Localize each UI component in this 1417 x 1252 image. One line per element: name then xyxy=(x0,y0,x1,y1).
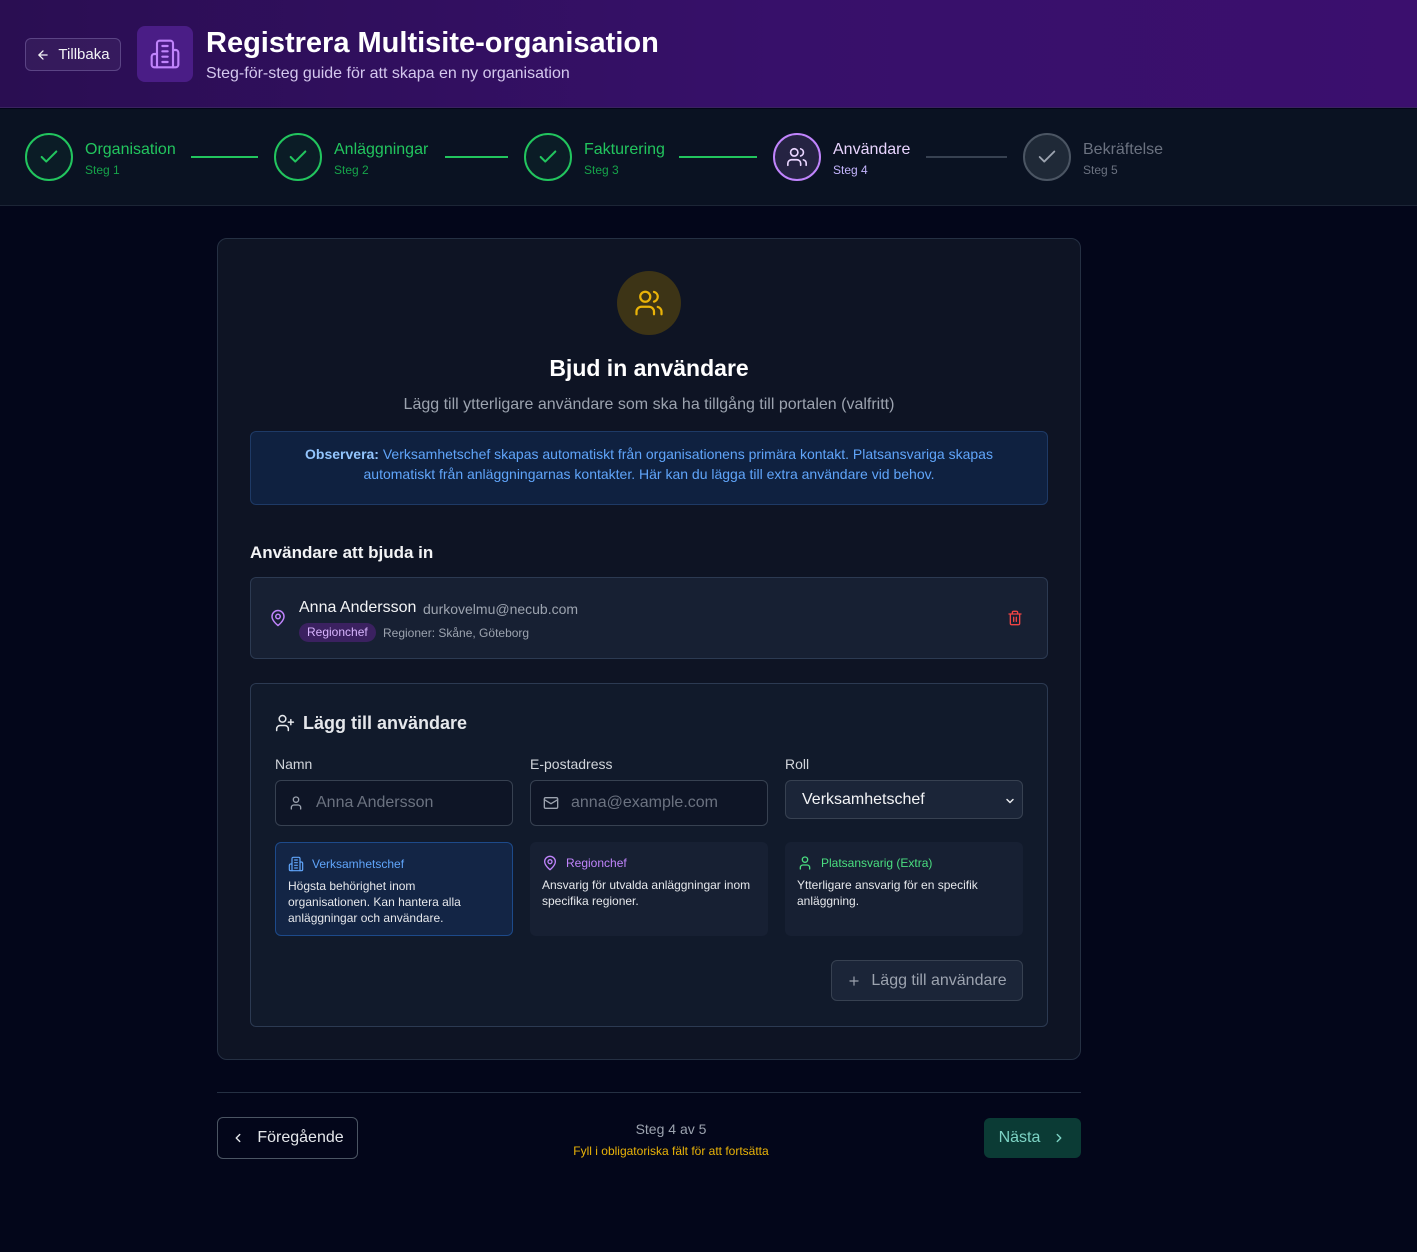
add-form-title: Lägg till användare xyxy=(303,713,468,733)
step-connector xyxy=(445,156,508,158)
step-circle xyxy=(524,133,572,181)
step-number: Steg 3 xyxy=(584,163,619,177)
arrow-left-icon xyxy=(38,49,49,60)
add-user-button-label: Lägg till användare xyxy=(871,971,1007,989)
step-label: Organisation xyxy=(85,141,176,158)
check-icon xyxy=(539,150,557,163)
role-card-title: Regionchef xyxy=(566,856,627,870)
building-icon xyxy=(288,856,304,872)
users-icon xyxy=(635,290,663,316)
step-circle xyxy=(274,133,322,181)
required-fields-warning: Fyll i obligatoriska fält för att fortsä… xyxy=(573,1144,769,1158)
next-button-label: Nästa xyxy=(998,1129,1041,1146)
notice-label: Observera: xyxy=(305,446,379,462)
users-icon xyxy=(787,147,807,167)
add-user-button[interactable]: Lägg till användare xyxy=(831,960,1023,1001)
next-button[interactable]: Nästa xyxy=(984,1118,1081,1158)
mail-icon xyxy=(543,797,559,809)
role-card-title: Platsansvarig (Extra) xyxy=(821,856,933,870)
step-label: Användare xyxy=(833,141,911,158)
name-field[interactable] xyxy=(275,780,513,826)
email-field[interactable] xyxy=(530,780,768,826)
building-icon xyxy=(150,39,180,69)
step-count: Steg 4 av 5 xyxy=(635,1121,707,1137)
role-card-regionchef[interactable]: Regionchef Ansvarig för utvalda anläggni… xyxy=(530,842,768,936)
invitee-role-badge: Regionchef xyxy=(299,623,376,642)
step-circle xyxy=(25,133,73,181)
invitee-email: durkovelmu@necub.com xyxy=(423,601,579,617)
chevron-down-icon xyxy=(1006,798,1014,804)
notice-text: Verksamhetschef skapas automatiskt från … xyxy=(363,446,993,482)
check-icon xyxy=(1038,150,1056,163)
users-badge xyxy=(617,271,681,335)
progress-stepper: Organisation Steg 1 Anläggningar Steg 2 … xyxy=(0,109,1417,206)
invitee-regions: Regioner: Skåne, Göteborg xyxy=(383,626,530,640)
card-subtitle: Lägg till ytterligare användare som ska … xyxy=(403,396,895,413)
invitee-row: Anna Andersson durkovelmu@necub.com Regi… xyxy=(250,577,1048,659)
step-label: Anläggningar xyxy=(334,141,429,158)
card-title: Bjud in användare xyxy=(549,355,749,381)
step-number: Steg 5 xyxy=(1083,163,1118,177)
step-number: Steg 1 xyxy=(85,163,120,177)
role-select[interactable]: Verksamhetschef xyxy=(785,780,1023,819)
role-card-platsansvarig[interactable]: Platsansvarig (Extra) Ytterligare ansvar… xyxy=(785,842,1023,936)
invite-users-card: Bjud in användare Lägg till ytterligare … xyxy=(217,238,1081,1060)
check-icon xyxy=(40,150,58,163)
step-connector xyxy=(679,156,757,158)
plus-icon xyxy=(849,975,860,986)
user-icon xyxy=(799,856,811,870)
role-select-value: Verksamhetschef xyxy=(802,790,925,808)
email-input[interactable] xyxy=(571,794,751,812)
step-label: Bekräftelse xyxy=(1083,141,1164,158)
name-label: Namn xyxy=(275,756,313,772)
chevron-right-icon xyxy=(1056,1133,1062,1143)
role-card-desc: Ansvarig för utvalda anläggningar inom s… xyxy=(542,878,751,908)
name-input[interactable] xyxy=(316,794,496,812)
check-icon xyxy=(289,150,307,163)
step-circle xyxy=(773,133,821,181)
step-connector xyxy=(926,156,1007,158)
page-title: Registrera Multisite-organisation xyxy=(206,27,659,59)
email-label: E-postadress xyxy=(530,756,613,772)
chevron-left-icon xyxy=(235,1133,241,1143)
page-header: Tillbaka Registrera Multisite-organisati… xyxy=(0,0,1417,108)
role-card-desc: Ytterligare ansvarig för en specifik anl… xyxy=(797,878,978,908)
building-logo xyxy=(137,26,193,82)
step-label: Fakturering xyxy=(584,141,665,158)
map-pin-icon xyxy=(271,609,285,627)
role-card-title: Verksamhetschef xyxy=(312,857,405,871)
trash-icon[interactable] xyxy=(1007,610,1023,626)
role-card-verksamhetschef[interactable]: Verksamhetschef Högsta behörighet inom o… xyxy=(275,842,513,936)
back-button-label: Tillbaka xyxy=(58,46,110,63)
back-button[interactable]: Tillbaka xyxy=(25,38,121,71)
previous-button[interactable]: Föregående xyxy=(217,1117,358,1159)
step-connector xyxy=(191,156,258,158)
step-circle xyxy=(1023,133,1071,181)
info-notice: Observera: Verksamhetschef skapas automa… xyxy=(250,431,1048,505)
map-pin-icon xyxy=(544,855,556,871)
add-user-form: Lägg till användare Namn E-postadress Ro… xyxy=(250,683,1048,1027)
footer-divider xyxy=(217,1092,1081,1093)
user-plus-icon xyxy=(275,714,295,732)
step-number: Steg 4 xyxy=(833,163,868,177)
role-card-desc: Högsta behörighet inom organisationen. K… xyxy=(288,879,461,925)
invitee-name: Anna Andersson xyxy=(299,599,417,616)
page-subtitle: Steg-för-steg guide för att skapa en ny … xyxy=(206,65,570,82)
invitees-section-title: Användare att bjuda in xyxy=(250,543,434,562)
role-label: Roll xyxy=(785,756,810,772)
previous-button-label: Föregående xyxy=(257,1129,344,1146)
step-number: Steg 2 xyxy=(334,163,369,177)
user-icon xyxy=(290,796,302,810)
